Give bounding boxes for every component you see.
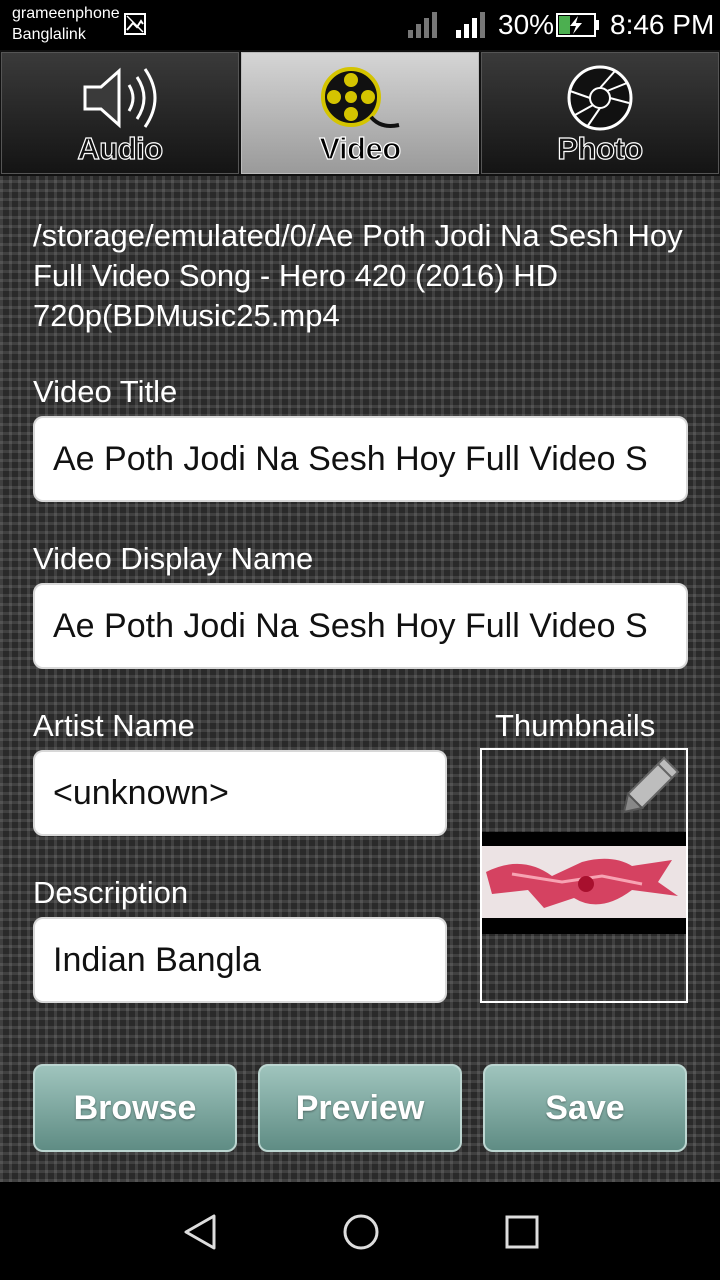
video-thumbnail-image xyxy=(482,832,686,934)
artist-name-label: Artist Name xyxy=(33,708,195,743)
file-path: /storage/emulated/0/Ae Poth Jodi Na Sesh… xyxy=(33,218,683,333)
video-edit-form: /storage/emulated/0/Ae Poth Jodi Na Sesh… xyxy=(0,176,720,1182)
thumbnail-picker[interactable] xyxy=(480,748,688,1003)
signal-1-icon xyxy=(408,12,437,38)
save-button[interactable]: Save xyxy=(483,1064,687,1152)
home-icon[interactable] xyxy=(341,1212,381,1252)
carrier-1: grameenphone xyxy=(12,5,120,22)
tab-video[interactable]: Video xyxy=(241,52,479,174)
video-title-field[interactable]: Ae Poth Jodi Na Sesh Hoy Full Video S xyxy=(33,416,688,502)
video-title-label: Video Title xyxy=(33,374,178,409)
media-type-tabs: Audio Video Photo xyxy=(0,50,720,176)
battery-percent: 30% xyxy=(498,9,555,40)
artist-name-field[interactable]: <unknown> xyxy=(33,750,447,836)
film-reel-icon xyxy=(321,67,400,128)
carrier-names: grameenphone Banglalink xyxy=(12,3,120,45)
camera-aperture-icon xyxy=(567,65,633,131)
recent-apps-icon[interactable] xyxy=(502,1212,542,1252)
description-field[interactable]: Indian Bangla xyxy=(33,917,447,1003)
image-icon xyxy=(124,13,146,35)
display-name-label: Video Display Name xyxy=(33,541,314,576)
pencil-edit-icon[interactable] xyxy=(620,754,682,816)
display-name-value: Ae Poth Jodi Na Sesh Hoy Full Video S xyxy=(53,606,648,645)
speaker-icon xyxy=(83,67,157,129)
back-icon[interactable] xyxy=(182,1212,222,1252)
display-name-field[interactable]: Ae Poth Jodi Na Sesh Hoy Full Video S xyxy=(33,583,688,669)
tab-video-label: Video xyxy=(319,130,402,166)
tab-audio-label: Audio xyxy=(77,130,164,166)
video-title-value: Ae Poth Jodi Na Sesh Hoy Full Video S xyxy=(53,439,648,478)
preview-button[interactable]: Preview xyxy=(258,1064,462,1152)
status-bar: grameenphone Banglalink 30% 8:46 PM xyxy=(0,0,720,50)
carrier-2: Banglalink xyxy=(12,26,86,43)
screen: grameenphone Banglalink 30% 8:46 PM Audi… xyxy=(0,0,720,1280)
browse-button[interactable]: Browse xyxy=(33,1064,237,1152)
description-label: Description xyxy=(33,875,189,910)
description-value: Indian Bangla xyxy=(53,940,261,979)
clock: 8:46 PM xyxy=(610,9,715,40)
tab-photo[interactable]: Photo xyxy=(481,52,719,174)
battery-charging-icon xyxy=(556,13,599,37)
signal-2-icon xyxy=(456,12,485,38)
artist-name-value: <unknown> xyxy=(53,773,229,812)
tab-photo-label: Photo xyxy=(557,130,644,166)
navigation-bar xyxy=(0,1182,720,1280)
thumbnails-label: Thumbnails xyxy=(495,708,656,743)
tab-audio[interactable]: Audio xyxy=(1,52,239,174)
